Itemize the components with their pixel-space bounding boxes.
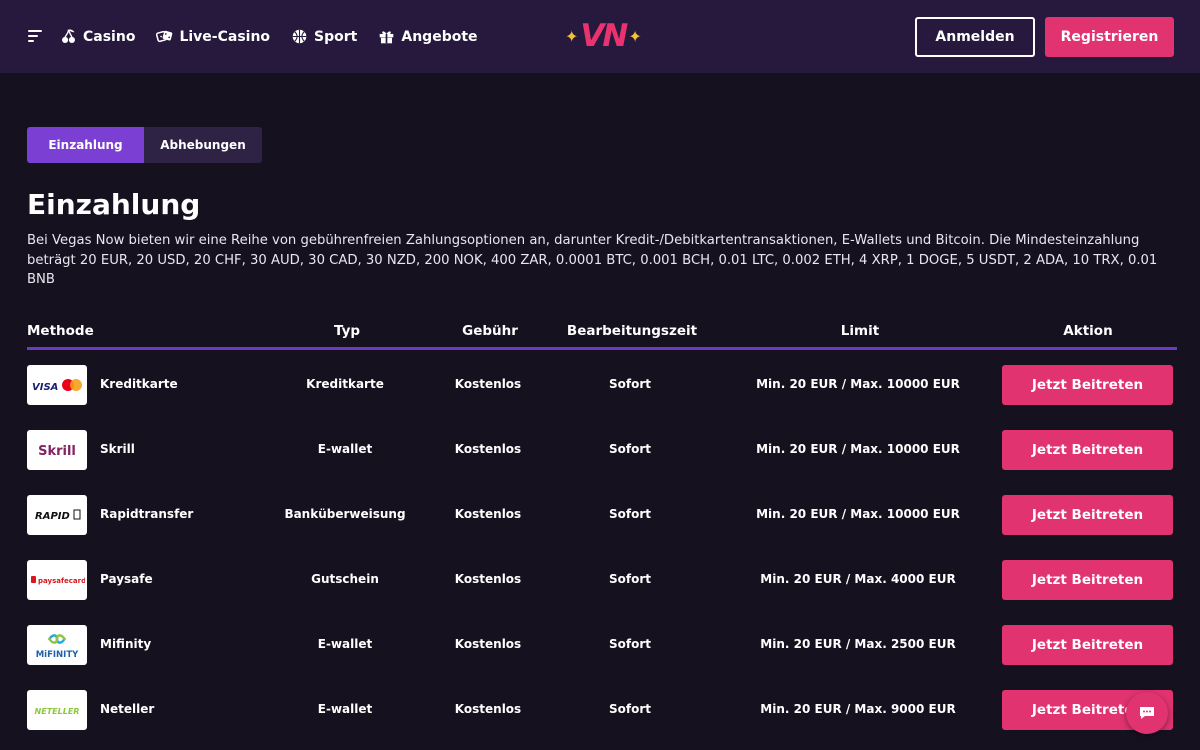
table-row: paysafecard Paysafe Gutschein Kostenlos … [27,560,1177,600]
method-limit: Min. 20 EUR / Max. 4000 EUR [760,572,956,586]
method-fee: Kostenlos [454,377,522,391]
method-type: E-wallet [317,442,373,456]
join-button[interactable]: Jetzt Beitreten [1002,560,1173,600]
method-fee: Kostenlos [454,702,522,716]
method-name: Paysafe [100,572,153,586]
method-limit: Min. 20 EUR / Max. 10000 EUR [756,442,960,456]
method-limit: Min. 20 EUR / Max. 9000 EUR [760,702,956,716]
page-title: Einzahlung [27,188,201,221]
method-time: Sofort [608,507,652,521]
paysafecard-logo: paysafecard [27,560,87,600]
method-name: Skrill [100,442,135,456]
table-row: VISA Kreditkarte Kreditkarte Kostenlos S… [27,365,1177,405]
join-button[interactable]: Jetzt Beitreten [1002,495,1173,535]
method-limit: Min. 20 EUR / Max. 2500 EUR [760,637,956,651]
section-description: Bei Vegas Now bieten wir eine Reihe von … [27,233,1158,287]
method-time: Sofort [608,442,652,456]
register-button[interactable]: Registrieren [1045,17,1174,57]
table-row: NETELLER Neteller E-wallet Kostenlos Sof… [27,690,1177,730]
method-time: Sofort [608,702,652,716]
svg-text:VISA: VISA [32,382,58,393]
nav-label: Live-Casino [179,28,271,45]
nav-item-angebote[interactable]: Angebote [378,28,478,45]
login-button[interactable]: Anmelden [915,17,1035,57]
method-name: Mifinity [100,637,152,651]
method-fee: Kostenlos [454,637,522,651]
cherry-icon [62,29,75,43]
sparkle-icon: ✦ [628,26,642,46]
svg-text:MiFINITY: MiFINITY [36,650,79,660]
payment-tabs: Einzahlung Abhebungen [27,127,262,163]
method-limit: Min. 20 EUR / Max. 10000 EUR [756,507,960,521]
brand-logo[interactable]: ✦ VN ✦ [565,18,642,54]
table-row: MiFINITY Mifinity E-wallet Kostenlos Sof… [27,625,1177,665]
logo-text: VN [580,18,628,54]
method-time: Sofort [608,377,652,391]
svg-text:paysafecard: paysafecard [38,577,85,585]
chat-button[interactable] [1126,692,1168,734]
join-button[interactable]: Jetzt Beitreten [1002,625,1173,665]
join-button[interactable]: Jetzt Beitreten [1002,365,1173,405]
rapid-logo: RAPID [27,495,87,535]
method-type: Banküberweisung [284,507,406,521]
column-header-time: Bearbeitungszeit [566,323,698,339]
method-name: Neteller [100,702,155,716]
method-type: Kreditkarte [306,377,384,391]
tab-einzahlung[interactable]: Einzahlung [27,127,144,163]
table-row: RAPID Rapidtransfer Banküberweisung Kost… [27,495,1177,535]
column-header-method: Methode [27,323,94,339]
method-name: Rapidtransfer [100,507,194,521]
nav-label: Angebote [401,28,478,45]
tab-abhebungen[interactable]: Abhebungen [144,127,262,163]
top-header: Casino Live-Casino Sport Angebote ✦ VN ✦… [0,0,1200,73]
method-time: Sofort [608,572,652,586]
nav-item-sport[interactable]: Sport [291,28,357,45]
method-type: E-wallet [317,702,373,716]
nav-item-casino[interactable]: Casino [60,28,135,45]
svg-text:NETELLER: NETELLER [35,707,80,716]
method-limit: Min. 20 EUR / Max. 10000 EUR [756,377,960,391]
column-header-type: Typ [333,323,361,339]
sparkle-icon: ✦ [565,26,579,46]
main-nav: Casino Live-Casino Sport Angebote [60,0,499,73]
method-name: Kreditkarte [100,377,178,391]
chat-icon [1140,707,1154,719]
method-type: E-wallet [317,637,373,651]
nav-label: Sport [314,28,358,45]
table-row: Skrill Skrill E-wallet Kostenlos Sofort … [27,430,1177,470]
table-header: Methode Typ Gebühr Bearbeitungszeit Limi… [27,318,1177,350]
nav-item-live-casino[interactable]: Live-Casino [156,28,270,45]
dice-icon [156,30,173,43]
svg-text:Skrill: Skrill [38,444,76,459]
neteller-logo: NETELLER [27,690,87,730]
column-header-action: Aktion [1063,323,1113,339]
method-fee: Kostenlos [454,442,522,456]
ball-icon [292,29,307,44]
join-button[interactable]: Jetzt Beitreten [1002,430,1173,470]
method-type: Gutschein [311,572,379,586]
method-fee: Kostenlos [454,572,522,586]
gift-icon [380,31,394,44]
column-header-limit: Limit [840,323,880,339]
skrill-logo: Skrill [27,430,87,470]
method-fee: Kostenlos [454,507,522,521]
visa-mastercard-logo: VISA [27,365,87,405]
nav-label: Casino [83,28,136,45]
mifinity-logo: MiFINITY [27,625,87,665]
method-time: Sofort [608,637,652,651]
menu-icon[interactable] [28,30,42,42]
svg-text:RAPID: RAPID [35,511,70,522]
column-header-fee: Gebühr [462,323,518,339]
